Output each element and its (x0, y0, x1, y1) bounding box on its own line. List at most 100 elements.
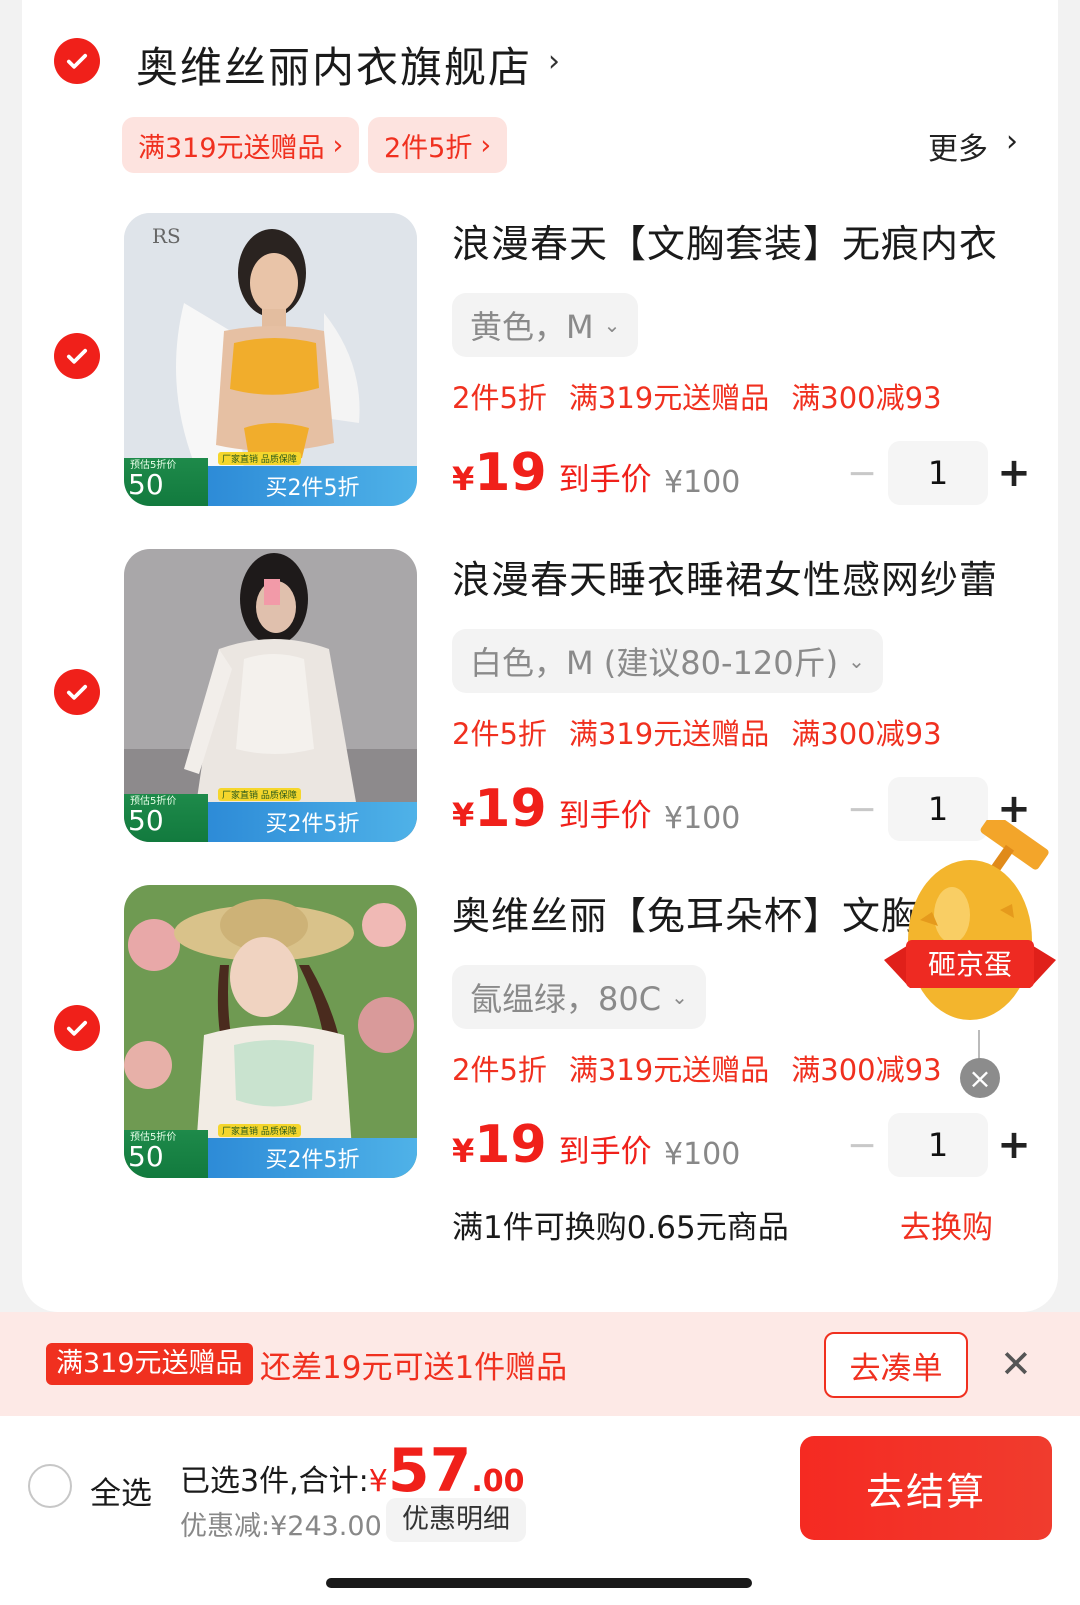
smash-egg-widget[interactable]: 砸京蛋 (880, 812, 1060, 1080)
check-icon (66, 348, 88, 364)
more-promos-link[interactable]: 更多 › (928, 124, 1018, 168)
plus-button[interactable]: + (994, 1122, 1034, 1168)
original-price: ¥100 (664, 465, 741, 500)
svg-text:RS: RS (152, 224, 181, 248)
chevron-right-icon: › (480, 129, 492, 161)
badge-price: 预估5折价 50 (124, 794, 208, 842)
total-integer: 57 (387, 1436, 472, 1506)
total-summary: 已选3件,合计: ¥ 57 .00 (180, 1436, 524, 1506)
product-image[interactable]: 预估5折价 50 厂家直销 品质保障 买2件5折 (124, 885, 417, 1178)
item-title[interactable]: 奥维丝丽【兔耳朵杯】文胸 (452, 885, 920, 940)
quantity-input[interactable]: 1 (888, 441, 988, 505)
chevron-right-icon: › (1006, 124, 1018, 159)
select-all-radio[interactable] (28, 1464, 72, 1508)
promo-label: 2件5折 (452, 717, 547, 751)
item-spec-selector[interactable]: 白色，M (建议80-120斤) ⌄ (452, 629, 883, 693)
spec-label: 氤缊绿，80C (470, 980, 662, 1018)
badge-promo: 厂家直销 品质保障 买2件5折 (208, 452, 417, 506)
discount-detail-button[interactable]: 优惠明细 (386, 1498, 526, 1542)
item-spec-selector[interactable]: 黄色，M ⌄ (452, 293, 639, 357)
currency-symbol: ¥ (452, 796, 475, 834)
item-spec-selector[interactable]: 氤缊绿，80C ⌄ (452, 965, 706, 1029)
widget-stem (978, 1030, 980, 1060)
chevron-right-icon: › (332, 129, 344, 161)
item-price: ¥19 到手价 (452, 779, 652, 839)
item-promos: 2件5折 满319元送赠品 满300减93 (452, 375, 942, 417)
more-label: 更多 (928, 132, 988, 167)
price-badge: 预估5折价 50 厂家直销 品质保障 买2件5折 (124, 788, 417, 842)
quantity-input[interactable]: 1 (888, 1113, 988, 1177)
original-price: ¥100 (664, 801, 741, 836)
checkout-button[interactable]: 去结算 (800, 1436, 1052, 1540)
store-promo-label: 2件5折 (384, 132, 473, 164)
home-indicator[interactable] (326, 1578, 752, 1588)
close-icon[interactable]: × (960, 1058, 1000, 1098)
minus-button[interactable]: − (842, 1125, 882, 1166)
item-price: ¥19 到手价 (452, 1115, 652, 1175)
price-value: 19 (474, 1115, 547, 1175)
promo-label: 满300减93 (791, 717, 942, 751)
check-icon (66, 1020, 88, 1036)
spec-label: 黄色，M (470, 308, 594, 346)
badge-promo: 厂家直销 品质保障 买2件5折 (208, 1124, 417, 1178)
check-icon (66, 684, 88, 700)
plus-button[interactable]: + (994, 450, 1034, 496)
price-badge: 预估5折价 50 厂家直销 品质保障 买2件5折 (124, 1124, 417, 1178)
chevron-right-icon[interactable]: › (548, 44, 560, 79)
store-promo-gift[interactable]: 满319元送赠品 › (122, 117, 360, 173)
add-on-button[interactable]: 去凑单 (824, 1332, 968, 1398)
select-all-label[interactable]: 全选 (90, 1468, 152, 1513)
cart-item: RS 预估5折价 50 厂家直销 品质保障 买2件5折 浪漫春天【文胸套装】无痕内衣… (0, 213, 1080, 513)
promo-label: 满319元送赠品 (568, 381, 770, 415)
quantity-stepper: − 1 + (842, 441, 1034, 505)
chevron-down-icon: ⌄ (671, 985, 688, 1009)
gift-message: 还差19元可送1件赠品 (260, 1350, 568, 1386)
product-image[interactable]: 预估5折价 50 厂家直销 品质保障 买2件5折 (124, 549, 417, 842)
product-image[interactable]: RS 预估5折价 50 厂家直销 品质保障 买2件5折 (124, 213, 417, 506)
price-tag: 到手价 (558, 798, 652, 834)
item-checkbox[interactable] (54, 669, 100, 715)
chevron-down-icon: ⌄ (603, 313, 621, 337)
item-checkbox[interactable] (54, 333, 100, 379)
promo-label: 2件5折 (452, 381, 547, 415)
store-promo-discount[interactable]: 2件5折 › (368, 117, 508, 173)
currency-symbol: ¥ (452, 1132, 475, 1170)
item-promos: 2件5折 满319元送赠品 满300减93 (452, 1047, 942, 1089)
quantity-stepper: − 1 + (842, 1113, 1034, 1177)
currency-symbol: ¥ (452, 460, 475, 498)
gift-chip: 满319元送赠品 (46, 1343, 253, 1385)
currency-symbol: ¥ (368, 1464, 388, 1499)
store-name[interactable]: 奥维丝丽内衣旗舰店 (136, 34, 532, 95)
price-tag: 到手价 (558, 1134, 652, 1170)
close-icon[interactable]: ✕ (1000, 1342, 1032, 1386)
promo-label: 满300减93 (791, 381, 942, 415)
minus-button[interactable]: − (842, 789, 882, 830)
chevron-down-icon: ⌄ (848, 649, 865, 673)
original-price: ¥100 (664, 1137, 741, 1172)
svg-text:砸京蛋: 砸京蛋 (928, 948, 1012, 981)
price-badge: 预估5折价 50 厂家直销 品质保障 买2件5折 (124, 452, 417, 506)
spec-label: 白色，M (建议80-120斤) (470, 644, 839, 682)
gift-notice-bar: 满319元送赠品 还差19元可送1件赠品 去凑单 ✕ (0, 1312, 1080, 1416)
item-title[interactable]: 浪漫春天【文胸套装】无痕内衣 (452, 213, 998, 268)
swap-offer-text: 满1件可换购0.65元商品 (452, 1210, 789, 1246)
badge-price: 预估5折价 50 (124, 1130, 208, 1178)
promo-label: 满319元送赠品 (568, 717, 770, 751)
store-promo-label: 满319元送赠品 (138, 132, 325, 164)
item-checkbox[interactable] (54, 1005, 100, 1051)
badge-price: 预估5折价 50 (124, 458, 208, 506)
promo-label: 满319元送赠品 (568, 1053, 770, 1087)
price-value: 19 (474, 779, 547, 839)
swap-link[interactable]: 去换购 (900, 1202, 993, 1247)
item-title[interactable]: 浪漫春天睡衣睡裙女性感网纱蕾 (452, 549, 998, 604)
selected-count-label: 已选3件,合计: (180, 1464, 369, 1499)
check-icon (66, 53, 88, 69)
promo-label: 2件5折 (452, 1053, 547, 1087)
golden-egg-hammer-icon: 砸京蛋 (884, 812, 1056, 1020)
store-checkbox[interactable] (54, 38, 100, 84)
price-tag: 到手价 (558, 462, 652, 498)
minus-button[interactable]: − (842, 453, 882, 494)
total-decimal: .00 (471, 1464, 525, 1499)
price-value: 19 (474, 443, 547, 503)
item-price: ¥19 到手价 (452, 443, 652, 503)
